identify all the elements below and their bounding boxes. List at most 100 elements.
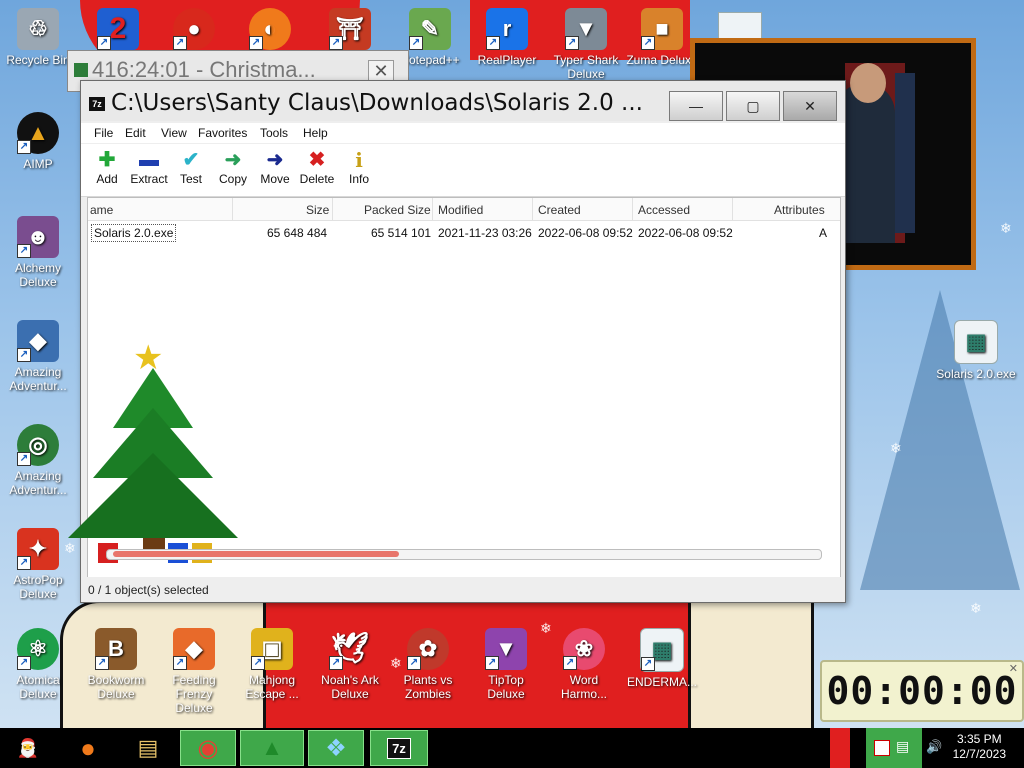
move-button[interactable]: ➜ Move (253, 148, 297, 186)
check-icon: ✔ (182, 149, 200, 171)
menu-view[interactable]: View (161, 126, 187, 140)
tree-app-icon (74, 63, 88, 77)
firefox-icon: ● (80, 732, 96, 763)
desktop-icon-zuma[interactable]: ■ ↗ Zuma Deluxe (624, 8, 700, 67)
column-size[interactable]: Size (306, 203, 329, 217)
shortcut-arrow-icon: ↗ (329, 36, 343, 50)
desktop-icon-alchemy[interactable]: ☻ ↗ Alchemy Deluxe (0, 216, 76, 289)
toolbar: ✚ Add ▬ Extract ✔ Test ➜ Copy ➜ Move ✖ D… (81, 144, 845, 197)
desktop-icon-bookworm[interactable]: B ↗ Bookworm Deluxe (78, 628, 154, 701)
column-header: ame Size Packed Size Modified Created Ac… (88, 198, 840, 221)
column-separator[interactable] (232, 198, 233, 220)
desktop-icon-label: RealPlayer (477, 53, 537, 67)
column-separator[interactable] (332, 198, 333, 220)
shortcut-arrow-icon: ↗ (485, 656, 499, 670)
taskbar-chrome[interactable]: ◉ (180, 730, 236, 766)
desktop-icon-mahjong[interactable]: ▣ ↗ Mahjong Escape ... (234, 628, 310, 701)
horizontal-scrollbar[interactable] (106, 549, 822, 560)
copy-button[interactable]: ➜ Copy (211, 148, 255, 186)
extract-label: Extract (130, 172, 168, 186)
desktop-icon-red-creature[interactable]: ● ↗ (156, 8, 232, 53)
column-name[interactable]: ame (90, 203, 113, 217)
file-list[interactable]: ame Size Packed Size Modified Created Ac… (68, 197, 841, 579)
realplayer-icon: r ↗ (486, 8, 528, 50)
seven-zip-window[interactable]: 7z C:\Users\Santy Claus\Downloads\Solari… (68, 80, 846, 603)
desktop-icon-tiptop[interactable]: ▼ ↗ TipTop Deluxe (468, 628, 544, 701)
desktop-icon-enderman[interactable]: ▦ ↗ ENDERMA... (624, 628, 700, 689)
desktop-icon-firefox[interactable]: ◐ ↗ (232, 8, 308, 53)
title-bar[interactable]: 7z C:\Users\Santy Claus\Downloads\Solari… (81, 81, 845, 121)
close-button[interactable]: ✕ (783, 91, 837, 121)
cell-accessed: 2022-06-08 09:52 (638, 226, 733, 240)
desktop-icon-typer-shark[interactable]: ▼ ↗ Typer Shark Deluxe (548, 8, 624, 81)
taskbar-firefox[interactable]: ● (64, 730, 112, 766)
desktop-icon-solaris[interactable]: ▦ Solaris 2.0.exe (936, 320, 1016, 381)
clock-time: 3:35 PM (956, 732, 1002, 746)
column-separator[interactable] (632, 198, 633, 220)
feeding-frenzy-icon: ◆ ↗ (173, 628, 215, 670)
menu-tools[interactable]: Tools (260, 126, 288, 140)
network-error-icon[interactable] (874, 740, 890, 756)
taskbar-windows[interactable]: ❖ (308, 730, 364, 766)
taskbar-seven-zip[interactable]: 7z (370, 730, 428, 766)
column-separator[interactable] (432, 198, 433, 220)
desktop-icon-plants-vs-zombies[interactable]: ✿ ↗ Plants vs Zombies (390, 628, 466, 701)
desktop-icon-aimp[interactable]: ▲ ↗ AIMP (0, 112, 76, 171)
extract-button[interactable]: ▬ Extract (127, 148, 171, 186)
column-separator[interactable] (532, 198, 533, 220)
timer-close-icon[interactable]: ✕ (1009, 662, 1018, 675)
shortcut-arrow-icon: ↗ (17, 244, 31, 258)
maximize-button[interactable]: ▢ (726, 91, 780, 121)
test-button[interactable]: ✔ Test (169, 148, 213, 186)
shortcut-arrow-icon: ↗ (17, 452, 31, 466)
snowflake-icon: ❄ (890, 440, 902, 456)
minimize-button[interactable]: — (669, 91, 723, 121)
desktop-icon-atomica[interactable]: ⚛ ↗ Atomica Deluxe (0, 628, 76, 701)
column-attributes[interactable]: Attributes (774, 203, 825, 217)
shortcut-arrow-icon: ↗ (17, 656, 31, 670)
number-2-icon: 2 ↗ (97, 8, 139, 50)
start-button[interactable]: 🎅 (2, 730, 54, 766)
column-modified[interactable]: Modified (438, 203, 483, 217)
info-button[interactable]: i Info (337, 148, 381, 186)
menu-favorites[interactable]: Favorites (198, 126, 247, 140)
desktop-icon-label: AIMP (23, 157, 53, 171)
desktop-icon-feeding-frenzy[interactable]: ◆ ↗ Feeding Frenzy Deluxe (156, 628, 232, 715)
column-accessed[interactable]: Accessed (638, 203, 690, 217)
menu-help[interactable]: Help (303, 126, 328, 140)
taskbar-christmas-tree[interactable]: ▲ (240, 730, 304, 766)
desktop-icon-label: Noah's Ark Deluxe (321, 673, 379, 701)
table-row[interactable]: Solaris 2.0.exe 65 648 484 65 514 101 20… (88, 224, 840, 242)
desktop-icon-number-2[interactable]: 2 ↗ (80, 8, 156, 53)
column-created[interactable]: Created (538, 203, 581, 217)
desktop-icon-recycle-bin[interactable]: ♲ Recycle Bin (0, 8, 76, 67)
cell-size: 65 648 484 (267, 226, 328, 240)
seven-zip-app-icon: 7z (89, 97, 105, 111)
x-delete-icon: ✖ (308, 149, 326, 171)
network-icon[interactable]: ▤ (896, 738, 909, 755)
desktop-icon-realplayer[interactable]: r ↗ RealPlayer (469, 8, 545, 67)
taskbar-clock[interactable]: 3:35 PM 12/7/2023 (953, 732, 1006, 762)
desktop-icon-noahs-ark[interactable]: 🕊 ↗ Noah's Ark Deluxe (312, 628, 388, 702)
desktop-icon-word-harmony[interactable]: ❀ ↗ Word Harmo... (546, 628, 622, 701)
column-separator[interactable] (732, 198, 733, 220)
taskbar-file-explorer[interactable]: ▤ (124, 730, 172, 766)
exe-file-icon: ▦ (954, 320, 998, 364)
desktop-icon-torii[interactable]: ⛩ ↗ (312, 8, 388, 53)
timer-widget[interactable]: 00:00:00 ✕ (820, 660, 1024, 722)
shortcut-arrow-icon: ↗ (249, 36, 263, 50)
desktop-icon-label: Word Harmo... (560, 673, 607, 701)
shortcut-arrow-icon: ↗ (329, 656, 343, 670)
delete-button[interactable]: ✖ Delete (295, 148, 339, 186)
scrollbar-thumb[interactable] (113, 551, 399, 557)
arrow-right-move-icon: ➜ (266, 149, 284, 171)
background-window-close-button[interactable]: ✕ (368, 60, 394, 82)
tray-icons[interactable]: ▤ (866, 728, 922, 768)
add-button[interactable]: ✚ Add (85, 148, 129, 186)
menu-file[interactable]: File (94, 126, 113, 140)
shortcut-arrow-icon: ↗ (486, 36, 500, 50)
menu-edit[interactable]: Edit (125, 126, 146, 140)
volume-icon[interactable]: 🔊 (926, 739, 942, 755)
column-packed-size[interactable]: Packed Size (364, 203, 431, 217)
tiptop-icon: ▼ ↗ (485, 628, 527, 670)
